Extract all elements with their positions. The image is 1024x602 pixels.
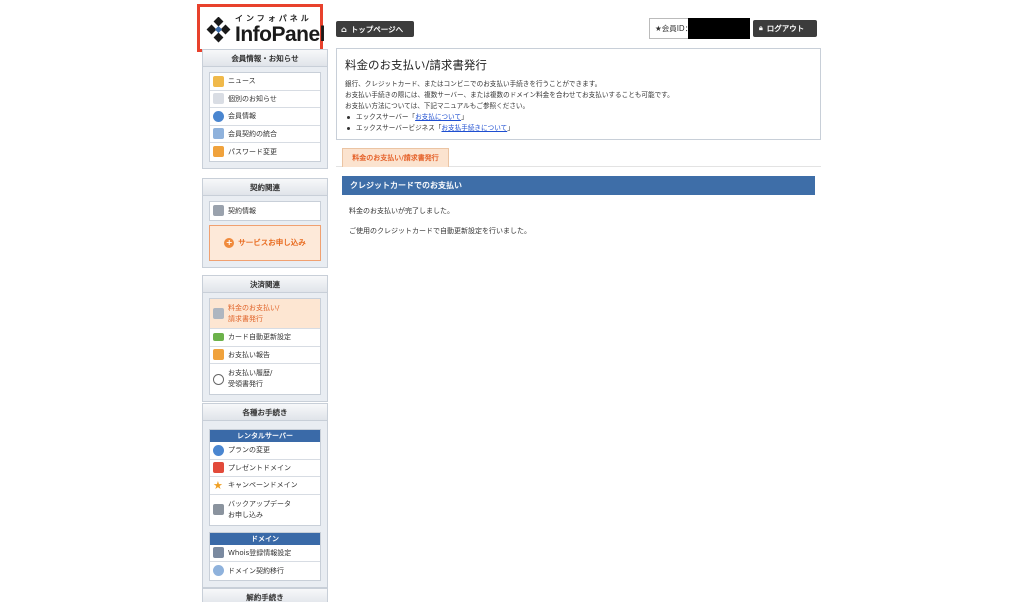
sidebar-item-present-domain[interactable]: プレゼントドメイン (210, 459, 320, 477)
sidebar-section-cancellation: 解約手続き (202, 588, 328, 602)
gift-icon (213, 462, 224, 474)
sidebar-item-domain-transfer[interactable]: ドメイン契約移行 (210, 562, 320, 580)
logo-brand: InfoPanel (235, 23, 326, 46)
manual-bullet-xserver: エックスサーバー「お支払について」 (345, 112, 812, 123)
sidebar-item-whois[interactable]: Whois登録情報設定 (210, 544, 320, 562)
desc-line: お支払い方法については、下記マニュアルもご参照ください。 (345, 102, 530, 110)
home-icon: ⌂ (341, 24, 347, 34)
sidebar-item-notices[interactable]: 個別のお知らせ (210, 90, 320, 108)
sidebar-item-label: ニュース (228, 77, 256, 86)
card-icon (213, 333, 224, 342)
refresh-icon (213, 444, 224, 456)
sidebar-item-plan-change[interactable]: プランの変更 (210, 442, 320, 460)
sidebar-section-contract: 契約関連 契約情報 + サービスお申し込み (202, 178, 328, 268)
sidebar-item-password[interactable]: パスワード変更 (210, 143, 320, 161)
lock-icon: 🔒︎ (759, 24, 763, 32)
sidebar-item-label: パスワード変更 (228, 147, 277, 156)
member-id-label: ★会員ID： (655, 24, 693, 33)
sidebar-list: ドメイン Whois登録情報設定 ドメイン契約移行 (209, 531, 321, 581)
service-apply-label: サービスお申し込み (238, 238, 306, 247)
sidebar-item-payment-history[interactable]: お支払い履歴/ 受領書発行 (210, 364, 320, 394)
page-info-box: 料金のお支払い/請求書発行 銀行、クレジットカード、またはコンビニでのお支払い手… (336, 48, 821, 140)
merge-icon (213, 128, 224, 140)
bullet-icon (347, 115, 350, 119)
sidebar-list: 料金のお支払い/ 請求書発行 カード自動更新設定 お支払い報告 お支払い履歴/ … (209, 298, 321, 395)
sidebar-list: ニュース 個別のお知らせ 会員情報 会員契約の統合 パスワード変更 (209, 72, 321, 162)
logout-button[interactable]: 🔒︎ ログアウト (753, 20, 817, 37)
sidebar-section-title: 各種お手続き (203, 404, 327, 421)
invoice-icon (213, 308, 224, 319)
clock-icon (213, 373, 224, 385)
sidebar-section-title: 契約関連 (203, 179, 327, 196)
logout-label: ログアウト (766, 24, 805, 33)
report-icon (213, 349, 224, 361)
sidebar-item-label: プランの変更 (228, 446, 270, 455)
sidebar-item-label: お支払い報告 (228, 350, 270, 359)
subhead-domain: ドメイン (210, 532, 320, 545)
desc-line: 銀行、クレジットカード、またはコンビニでのお支払い手続きを行うことができます。 (345, 80, 602, 88)
sidebar-item-card-auto-renew[interactable]: カード自動更新設定 (210, 329, 320, 347)
bullet-prefix: エックスサーバービジネス「 (356, 124, 442, 132)
service-apply-button[interactable]: + サービスお申し込み (209, 224, 321, 261)
sidebar-item-label: 料金のお支払い/ 請求書発行 (228, 303, 280, 323)
star-icon: ★ (213, 478, 223, 492)
bullet-icon (347, 126, 350, 130)
manual-bullet-business: エックスサーバービジネス「お支払手続きについて」 (345, 123, 812, 134)
sidebar-section-title: 会員情報・お知らせ (203, 50, 327, 67)
member-id-box: ★会員ID： (649, 18, 750, 39)
news-icon (213, 75, 224, 87)
sidebar-item-label: 会員契約の統合 (228, 129, 277, 138)
lock-icon (213, 146, 224, 158)
sidebar-item-label: 契約情報 (228, 206, 256, 215)
sidebar-item-member-info[interactable]: 会員情報 (210, 108, 320, 126)
sidebar-item-payment-report[interactable]: お支払い報告 (210, 346, 320, 364)
top-page-button[interactable]: ⌂ トップページへ (336, 21, 414, 37)
panel-title: クレジットカードでのお支払い (342, 176, 815, 195)
sidebar-item-merge[interactable]: 会員契約の統合 (210, 125, 320, 143)
contract-icon (213, 205, 224, 217)
sidebar-item-label: Whois登録情報設定 (228, 548, 292, 557)
sidebar-section-payment: 決済関連 料金のお支払い/ 請求書発行 カード自動更新設定 お支払い報告 お支払… (202, 275, 328, 402)
whois-icon (213, 547, 224, 559)
user-icon (213, 110, 224, 122)
logo-diamond-icon (206, 17, 231, 43)
plus-icon: + (224, 237, 235, 248)
sidebar-item-payment-invoice[interactable]: 料金のお支払い/ 請求書発行 (210, 299, 320, 329)
sidebar-item-contract-info[interactable]: 契約情報 (210, 202, 320, 220)
sidebar-item-backup[interactable]: バックアップデータ お申し込み (210, 494, 320, 525)
sidebar-item-label: プレゼントドメイン (228, 463, 291, 472)
sidebar-section-title: 決済関連 (203, 276, 327, 293)
payment-complete-message: 料金のお支払いが完了しました。 (349, 207, 454, 215)
page-title: 料金のお支払い/請求書発行 (345, 58, 487, 72)
tab-payment-invoice[interactable]: 料金のお支払い/請求書発行 (342, 148, 449, 167)
sidebar-item-campaign-domain[interactable]: ★ キャンペーンドメイン (210, 477, 320, 495)
sidebar-list: レンタルサーバー プランの変更 プレゼントドメイン ★ キャンペーンドメイン バ… (209, 429, 321, 526)
sidebar-list: 契約情報 (209, 201, 321, 221)
subhead-rental-server: レンタルサーバー (210, 430, 320, 442)
sidebar-item-label: ドメイン契約移行 (228, 566, 284, 575)
mail-icon (213, 93, 224, 105)
payment-manual-link[interactable]: お支払について (415, 113, 461, 121)
payment-procedure-link[interactable]: お支払手続きについて (441, 124, 507, 132)
bullet-suffix: 」 (461, 113, 468, 121)
infopanel-logo[interactable]: インフォパネル InfoPanel (197, 4, 326, 52)
auto-renew-message: ご使用のクレジットカードで自動更新設定を行いました。 (349, 227, 531, 235)
sidebar-section-procedures: 各種お手続き レンタルサーバー プランの変更 プレゼントドメイン ★ キャンペー… (202, 403, 328, 588)
sidebar-item-label: 会員情報 (228, 112, 256, 121)
sidebar-item-label: カード自動更新設定 (228, 333, 291, 342)
sidebar-item-label: 個別のお知らせ (228, 94, 277, 103)
member-id-redacted (688, 18, 750, 39)
sidebar-section-member: 会員情報・お知らせ ニュース 個別のお知らせ 会員情報 会員契約の統合 パスワー… (202, 49, 328, 169)
transfer-icon (213, 565, 224, 577)
sidebar-section-title: 解約手続き (203, 589, 327, 602)
desc-line: お支払い手続きの際には、複数サーバー、または複数のドメイン料金を合わせてお支払い… (345, 91, 674, 99)
sidebar-item-label: キャンペーンドメイン (228, 481, 298, 490)
top-page-label: トップページへ (350, 24, 404, 34)
sidebar-item-label: お支払い履歴/ 受領書発行 (228, 369, 273, 388)
bullet-suffix: 」 (507, 124, 514, 132)
backup-icon (213, 504, 224, 515)
sidebar-item-news[interactable]: ニュース (210, 73, 320, 91)
sidebar-item-label: バックアップデータ お申し込み (228, 499, 291, 519)
bullet-prefix: エックスサーバー「 (356, 113, 416, 121)
